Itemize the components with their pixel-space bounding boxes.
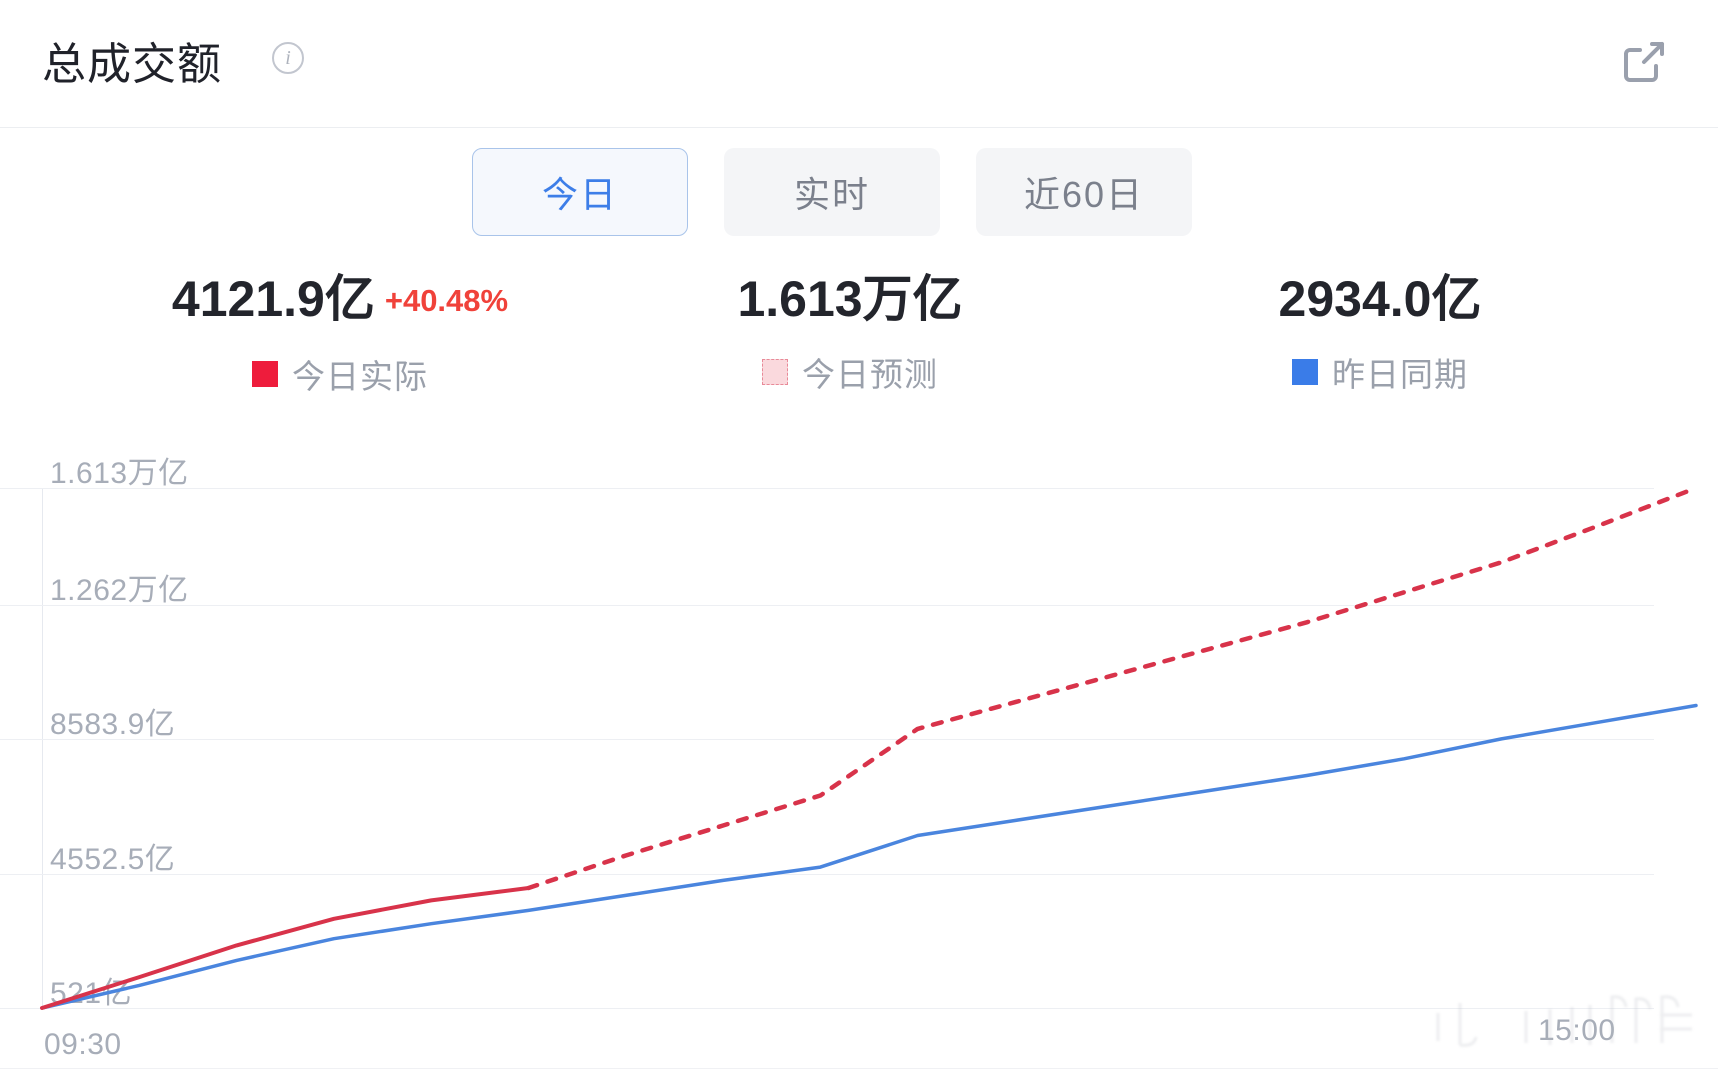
legend-today-forecast: 今日预测 — [620, 348, 1080, 396]
summary-stats: 4121.9亿 +40.48% 今日实际 1.613万亿 今日预测 2934.0亿 — [0, 268, 1718, 428]
legend-label-today-actual: 今日实际 — [292, 358, 428, 395]
stat-today-actual-value: 4121.9亿 — [171, 271, 375, 327]
series-line-today-forecast — [526, 485, 1699, 891]
range-tabs: 今日 实时 近60日 — [472, 148, 1192, 236]
info-icon[interactable]: i — [272, 42, 304, 74]
stat-today-actual-value-row: 4121.9亿 +40.48% — [60, 268, 620, 332]
tab-today[interactable]: 今日 — [472, 148, 688, 236]
legend-swatch-today-forecast — [762, 359, 788, 385]
stat-today-forecast: 1.613万亿 今日预测 — [620, 268, 1080, 396]
legend-today-actual: 今日实际 — [60, 350, 620, 398]
stat-today-actual-change: +40.48% — [384, 283, 509, 318]
page-title: 总成交额 — [42, 40, 222, 89]
bottom-divider — [0, 1068, 1718, 1069]
stat-yesterday-value-row: 2934.0亿 — [1120, 268, 1640, 330]
tab-realtime-label: 实时 — [793, 174, 870, 215]
chart-series-layer — [40, 485, 1699, 1010]
legend-label-yesterday: 昨日同期 — [1332, 356, 1468, 393]
turnover-chart[interactable]: 1.613万亿 1.262万亿 8583.9亿 4552.5亿 521亿 09:… — [0, 430, 1718, 1080]
watermark-logo — [1430, 985, 1700, 1057]
stat-yesterday-value: 2934.0亿 — [1278, 271, 1482, 327]
stat-today-forecast-value-row: 1.613万亿 — [620, 268, 1080, 330]
y-tick-label: 1.613万亿 — [50, 457, 189, 490]
panel-header: 总成交额 i — [0, 0, 1718, 128]
legend-label-today-forecast: 今日预测 — [802, 356, 938, 393]
tab-last60days[interactable]: 近60日 — [976, 148, 1192, 236]
stat-today-forecast-value: 1.613万亿 — [737, 271, 963, 327]
legend-swatch-yesterday — [1292, 359, 1318, 385]
series-line-yesterday — [40, 703, 1698, 1010]
total-turnover-panel: 总成交额 i 今日 实时 近60日 4121.9亿 +40.48% 今日实际 1… — [0, 0, 1718, 1080]
x-tick-label-start: 09:30 — [44, 1028, 122, 1061]
tab-last60days-label: 近60日 — [1023, 174, 1145, 215]
legend-yesterday: 昨日同期 — [1120, 348, 1640, 396]
legend-swatch-today-actual — [252, 361, 278, 387]
tab-realtime[interactable]: 实时 — [724, 148, 940, 236]
stat-today-actual: 4121.9亿 +40.48% 今日实际 — [60, 268, 620, 398]
stat-yesterday-same-period: 2934.0亿 昨日同期 — [1120, 268, 1640, 396]
tab-today-label: 今日 — [541, 174, 618, 215]
gridline — [0, 1008, 1654, 1009]
external-link-icon[interactable] — [1618, 36, 1670, 88]
